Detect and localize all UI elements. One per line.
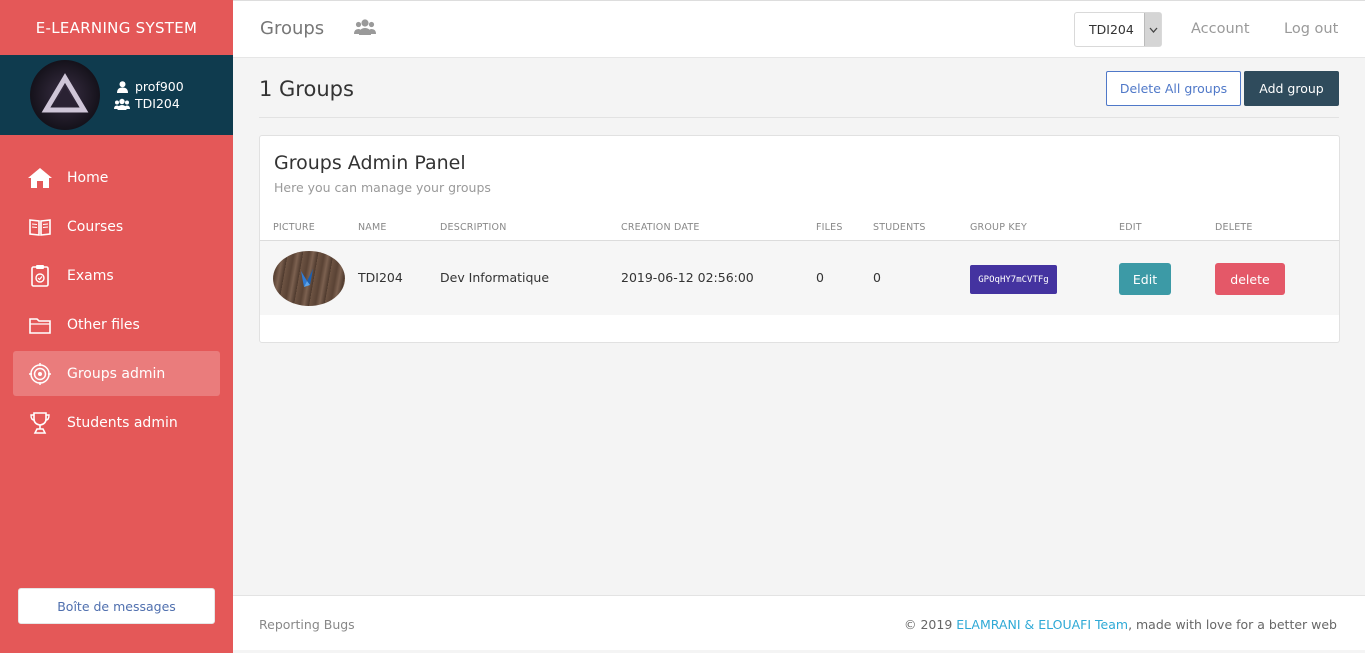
home-icon (27, 165, 53, 191)
topbar: Groups TDI204 Account Log out (233, 0, 1365, 58)
sidebar-item-label: Exams (67, 267, 114, 284)
user-info: prof900 TDI204 (114, 78, 184, 112)
sidebar-item-other-files[interactable]: Other files (13, 302, 220, 347)
sidebar-item-label: Home (67, 169, 109, 186)
chevron-down-icon[interactable] (1144, 13, 1161, 46)
folder-icon (27, 312, 53, 338)
footer-credits: © 2019 ELAMRANI & ELOUAFI Team, made wit… (904, 617, 1337, 632)
user-group: TDI204 (135, 96, 180, 111)
book-icon (27, 214, 53, 240)
page-title: 1 Groups (259, 77, 354, 101)
column-header-delete: DELETE (1215, 222, 1253, 233)
group-select[interactable]: TDI204 (1074, 12, 1162, 47)
page-section-title: Groups (260, 18, 325, 39)
sidebar-item-home[interactable]: Home (13, 155, 220, 200)
sidebar-item-label: Courses (67, 218, 124, 235)
sidebar-item-label: Groups admin (67, 365, 166, 382)
group-row: TDI204 (114, 95, 184, 112)
account-link[interactable]: Account (1191, 21, 1250, 37)
username-row: prof900 (114, 78, 184, 95)
column-header-files: FILES (816, 222, 843, 233)
column-header-picture: PICTURE (273, 222, 315, 233)
message-box-button[interactable]: Boîte de messages (18, 588, 215, 624)
delete-all-groups-button[interactable]: Delete All groups (1106, 71, 1241, 106)
avatar[interactable] (30, 60, 100, 130)
users-icon (114, 98, 130, 110)
divider (259, 117, 1339, 118)
user-icon (114, 80, 130, 93)
column-header-description: DESCRIPTION (440, 222, 507, 233)
footer: Reporting Bugs © 2019 ELAMRANI & ELOUAFI… (233, 595, 1365, 650)
copyright-text: © 2019 (904, 617, 957, 632)
group-files-count: 0 (816, 270, 824, 285)
target-icon (27, 361, 53, 387)
column-header-creation-date: CREATION DATE (621, 222, 700, 233)
delete-button[interactable]: delete (1215, 263, 1285, 295)
sidebar-item-exams[interactable]: Exams (13, 253, 220, 298)
group-creation-date: 2019-06-12 02:56:00 (621, 270, 754, 285)
column-header-edit: EDIT (1119, 222, 1142, 233)
sidebar-item-groups-admin[interactable]: Groups admin (13, 351, 220, 396)
sidebar-item-label: Other files (67, 316, 140, 333)
group-students-count: 0 (873, 270, 881, 285)
panel-subtitle: Here you can manage your groups (274, 180, 491, 195)
footer-tagline: , made with love for a better web (1128, 617, 1337, 632)
add-group-button[interactable]: Add group (1244, 71, 1339, 106)
users-icon (354, 18, 376, 40)
trophy-icon (27, 410, 53, 436)
column-header-group-key: GROUP KEY (970, 222, 1027, 233)
table-row: TDI204 Dev Informatique 2019-06-12 02:56… (260, 241, 1339, 315)
groups-admin-panel: Groups Admin Panel Here you can manage y… (259, 135, 1340, 343)
team-link[interactable]: ELAMRANI & ELOUAFI Team (956, 617, 1128, 632)
clipboard-icon (27, 263, 53, 289)
panel-title: Groups Admin Panel (274, 152, 466, 174)
user-panel: prof900 TDI204 (0, 55, 233, 135)
reporting-bugs-link[interactable]: Reporting Bugs (259, 617, 355, 632)
group-description: Dev Informatique (440, 270, 550, 285)
edit-button[interactable]: Edit (1119, 263, 1171, 295)
sidebar-item-students-admin[interactable]: Students admin (13, 400, 220, 445)
group-name: TDI204 (358, 270, 403, 285)
group-picture[interactable] (273, 251, 345, 306)
username: prof900 (135, 79, 184, 94)
sidebar-item-courses[interactable]: Courses (13, 204, 220, 249)
logout-link[interactable]: Log out (1284, 21, 1338, 37)
column-header-name: NAME (358, 222, 387, 233)
column-header-students: STUDENTS (873, 222, 926, 233)
sidebar-nav: Home Courses Exams Other files Groups ad… (0, 155, 233, 445)
group-select-value: TDI204 (1089, 22, 1134, 37)
sidebar: E-LEARNING SYSTEM prof900 TDI204 Home Co… (0, 0, 233, 653)
group-key-badge: GPOqHY7mCVTFg (970, 265, 1057, 294)
sidebar-item-label: Students admin (67, 414, 178, 431)
brand-title[interactable]: E-LEARNING SYSTEM (0, 0, 233, 55)
